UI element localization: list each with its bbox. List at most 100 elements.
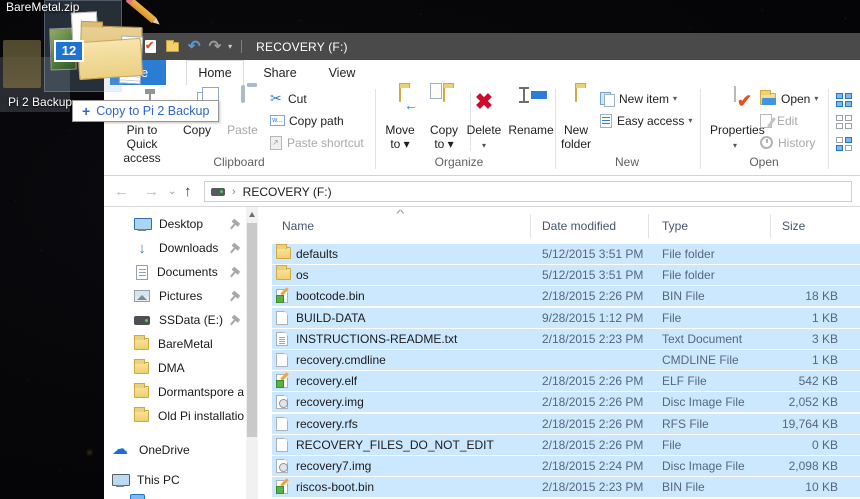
forward-button[interactable]: →: [144, 176, 159, 207]
move-to-label1: Move: [385, 123, 415, 137]
delete-label: Delete: [466, 123, 502, 137]
new-folder-button[interactable]: New folder: [554, 86, 598, 153]
file-row[interactable]: bootcode.bin 2/18/2015 2:26 PM BIN File …: [272, 286, 860, 307]
group-separator: [700, 89, 701, 169]
copy-path-label: Copy path: [289, 113, 344, 128]
file-row[interactable]: INSTRUCTIONS-README.txt 2/18/2015 2:23 P…: [272, 328, 860, 349]
paste-shortcut-button[interactable]: Paste shortcut: [270, 134, 364, 151]
drive-icon: [211, 187, 225, 196]
disc-image-icon: [276, 395, 288, 410]
sidebar-item-downloads[interactable]: ↓ Downloads: [104, 236, 246, 260]
sidebar-item-baremetal[interactable]: BareMetal: [104, 332, 246, 356]
this-pc-icon: [112, 473, 130, 487]
file-row[interactable]: BUILD-DATA 9/28/2015 1:12 PM File 1 KB: [272, 307, 860, 328]
sidebar-item-pictures[interactable]: Pictures: [104, 284, 246, 308]
select-all-button[interactable]: [836, 91, 853, 108]
sidebar-item-desktop[interactable]: Desktop: [104, 212, 246, 236]
column-divider[interactable]: [648, 214, 649, 238]
folder-icon: [134, 335, 149, 350]
desktop-icon: [134, 217, 152, 231]
history-button[interactable]: History: [760, 134, 815, 151]
invert-selection-button[interactable]: [836, 135, 853, 152]
bin-file-icon: [276, 372, 289, 389]
rename-button[interactable]: Rename: [506, 87, 556, 153]
invert-selection-icon: [836, 136, 853, 151]
file-row[interactable]: recovery.img 2/18/2015 2:26 PM Disc Imag…: [272, 392, 860, 413]
sidebar-item-old-pi-installation[interactable]: Old Pi installatio: [104, 404, 246, 428]
new-item-icon: [600, 92, 615, 107]
new-folder-icon[interactable]: [166, 39, 179, 52]
downloads-icon: ↓: [138, 239, 146, 257]
column-header-date[interactable]: Date modified: [542, 219, 616, 233]
sidebar-item-dma[interactable]: DMA: [104, 356, 246, 380]
sidebar-item-label: Pictures: [159, 289, 203, 303]
file-row[interactable]: os 5/12/2015 3:51 PM File folder: [272, 265, 860, 286]
file-row[interactable]: riscos-boot.bin 2/18/2015 2:23 PM BIN Fi…: [272, 477, 860, 498]
column-divider[interactable]: [770, 214, 771, 238]
blank-file-icon: [276, 352, 288, 367]
paste-label: Paste: [227, 123, 258, 137]
up-button[interactable]: ↑: [184, 176, 192, 207]
breadcrumb[interactable]: RECOVERY (F:): [243, 185, 332, 199]
sidebar-item-documents[interactable]: Documents: [104, 260, 246, 284]
open-button[interactable]: Open ▾: [760, 89, 819, 107]
column-divider[interactable]: [530, 214, 531, 238]
file-row[interactable]: defaults 5/12/2015 3:51 PM File folder: [272, 244, 860, 264]
folder-icon: [276, 265, 291, 281]
qat-dropdown-icon[interactable]: ▾: [228, 42, 232, 51]
file-row[interactable]: RECOVERY_FILES_DO_NOT_EDIT 2/18/2015 2:2…: [272, 434, 860, 455]
properties-label: Properties: [710, 123, 765, 137]
cut-button[interactable]: ✂ Cut: [270, 90, 307, 107]
history-label: History: [778, 135, 816, 150]
recent-locations-dropdown[interactable]: ⌄: [168, 176, 176, 207]
ribbon: Pin to Quick access Copy Paste ✂ Cut w..…: [104, 85, 860, 176]
file-row[interactable]: recovery.rfs 2/18/2015 2:26 PM RFS File …: [272, 413, 860, 434]
scroll-up-arrow-icon[interactable]: [249, 212, 255, 217]
tab-home[interactable]: Home: [186, 60, 244, 85]
delete-button[interactable]: ✖ Delete ▾: [456, 87, 512, 153]
drag-copy-tooltip: + Copy to Pi 2 Backup: [72, 100, 220, 122]
address-box[interactable]: › RECOVERY (F:): [204, 181, 852, 202]
file-row[interactable]: recovery.elf 2/18/2015 2:26 PM ELF File …: [272, 371, 860, 392]
pi2backup-folder-icon: [3, 40, 41, 88]
sidebar-item-dormantspore[interactable]: Dormantspore a: [104, 380, 246, 404]
sidebar-scrollbar[interactable]: [246, 207, 258, 499]
drag-ghost[interactable]: 12: [40, 0, 158, 96]
column-header-type[interactable]: Type: [662, 219, 688, 233]
sidebar-item-ssdata[interactable]: SSData (E:): [104, 308, 246, 332]
group-separator: [375, 89, 376, 169]
folder-front-icon: [76, 37, 144, 81]
easy-access-button[interactable]: Easy access ▾: [600, 112, 692, 129]
new-item-button[interactable]: New item ▾: [600, 90, 677, 107]
properties-button[interactable]: Properties ▾: [710, 86, 765, 153]
column-header-name[interactable]: Name: [282, 219, 314, 233]
open-caret: ▾: [814, 94, 819, 103]
new-folder-big-icon: [575, 86, 577, 102]
sidebar-item-this-pc[interactable]: This PC: [104, 468, 246, 492]
partially-visible-item-icon: [130, 494, 145, 499]
tab-share[interactable]: Share: [252, 60, 308, 85]
copy-path-button[interactable]: w... Copy path: [270, 112, 344, 129]
edit-button[interactable]: Edit: [760, 112, 798, 129]
select-none-button[interactable]: [836, 113, 853, 130]
scrollbar-thumb[interactable]: [247, 223, 257, 437]
redo-icon[interactable]: ↷: [209, 39, 222, 54]
sidebar-item-label: This PC: [137, 473, 180, 487]
desktop-icon-label-pi2backup[interactable]: Pi 2 Backup: [8, 95, 72, 109]
paste-button[interactable]: Paste: [221, 85, 264, 153]
move-to-button[interactable]: ← Move to ▾: [378, 86, 422, 153]
pin-icon: [226, 241, 243, 258]
undo-icon[interactable]: ↶: [188, 39, 201, 54]
folder-icon: [276, 244, 291, 259]
column-header-size[interactable]: Size: [782, 219, 805, 233]
drive-icon: [134, 315, 150, 325]
file-row[interactable]: recovery.cmdline CMDLINE File 1 KB: [272, 349, 860, 370]
sidebar-item-label: BareMetal: [158, 337, 213, 351]
tab-view[interactable]: View: [316, 60, 368, 85]
select-all-icon: [836, 92, 853, 107]
file-row[interactable]: recovery7.img 2/18/2015 2:24 PM Disc Ima…: [272, 455, 860, 476]
sidebar-item-onedrive[interactable]: ☁ OneDrive: [104, 438, 246, 462]
back-button[interactable]: ←: [114, 176, 129, 207]
copy-to-folder-icon: [443, 86, 445, 102]
folder-icon: [134, 407, 149, 422]
